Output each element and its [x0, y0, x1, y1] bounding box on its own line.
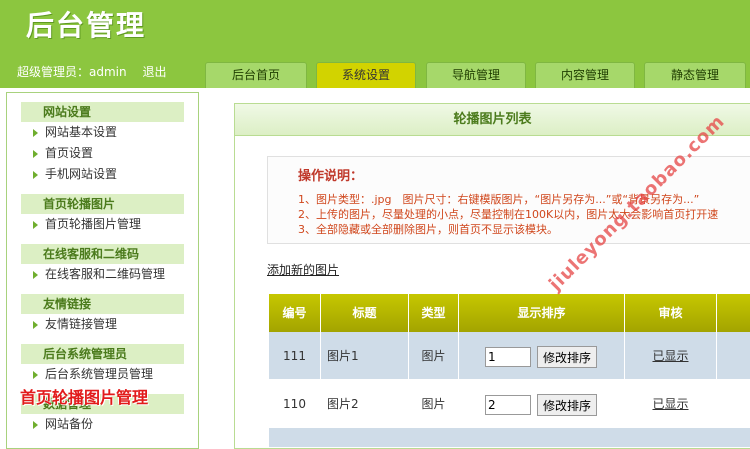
panel-title: 轮播图片列表 [235, 104, 750, 136]
sidebar-item-admins-manage[interactable]: 后台系统管理员管理 [7, 364, 198, 385]
sidebar-group-site-settings: 网站设置 [21, 102, 184, 122]
sort-order-input[interactable] [485, 395, 531, 415]
sidebar-item-links-manage[interactable]: 友情链接管理 [7, 314, 198, 335]
arrow-right-icon [33, 371, 38, 379]
arrow-right-icon [33, 150, 38, 158]
cell-title: 图片1 [321, 332, 409, 380]
sidebar-item-mobile-settings[interactable]: 手机网站设置 [7, 164, 198, 185]
tab-system-settings[interactable]: 系统设置 [316, 62, 416, 88]
sidebar-item-home-settings[interactable]: 首页设置 [7, 143, 198, 164]
overlay-caption: 首页轮播图片管理 [20, 388, 149, 407]
carousel-table: 编号 标题 类型 显示排序 审核 111 图片1 图片 修改排序 已显示 110… [269, 294, 750, 448]
table-row: 111 图片1 图片 修改排序 已显示 [269, 332, 750, 380]
cell-sort: 修改排序 [459, 332, 625, 380]
cell-id: 110 [269, 380, 321, 428]
arrow-right-icon [33, 271, 38, 279]
sidebar-item-carousel-manage[interactable]: 首页轮播图片管理 [7, 214, 198, 235]
col-audit-header: 审核 [625, 294, 717, 332]
update-sort-button[interactable]: 修改排序 [537, 346, 597, 368]
col-title-header: 标题 [321, 294, 409, 332]
arrow-right-icon [33, 421, 38, 429]
cell-audit: 已显示 [625, 332, 717, 380]
table-row: 110 图片2 图片 修改排序 已显示 [269, 380, 750, 428]
cell-extra [717, 380, 750, 428]
logout-link[interactable]: 退出 [142, 65, 166, 79]
sidebar-item-basic-settings[interactable]: 网站基本设置 [7, 122, 198, 143]
col-id-header: 编号 [269, 294, 321, 332]
arrow-right-icon [33, 129, 38, 137]
audit-status-link[interactable]: 已显示 [652, 349, 688, 363]
app-logo: 后台管理 [26, 9, 147, 42]
instruction-line: 3、全部隐藏或全部删除图片，则首页不显示该模块。 [298, 223, 558, 236]
sidebar-group-links: 友情链接 [21, 294, 184, 314]
tab-content[interactable]: 内容管理 [535, 62, 635, 88]
table-row [269, 428, 750, 448]
tab-navigation[interactable]: 导航管理 [426, 62, 526, 88]
col-extra-header [717, 294, 750, 332]
current-user-label: 超级管理员：admin [17, 65, 127, 79]
sidebar-item-service-qr-manage[interactable]: 在线客服和二维码管理 [7, 264, 198, 285]
sort-order-input[interactable] [485, 347, 531, 367]
sidebar-group-carousel: 首页轮播图片 [21, 194, 184, 214]
sidebar-group-service-qr: 在线客服和二维码 [21, 244, 184, 264]
col-sort-header: 显示排序 [459, 294, 625, 332]
table-header: 编号 标题 类型 显示排序 审核 [269, 294, 750, 332]
tab-home[interactable]: 后台首页 [205, 62, 307, 88]
arrow-right-icon [33, 321, 38, 329]
cell-extra [717, 332, 750, 380]
cell-audit: 已显示 [625, 380, 717, 428]
sidebar-item-backup[interactable]: 网站备份 [7, 414, 198, 435]
header-bar: 后台管理 超级管理员：admin 退出 后台首页 系统设置 导航管理 内容管理 … [0, 0, 750, 88]
cell-sort: 修改排序 [459, 380, 625, 428]
col-type-header: 类型 [409, 294, 459, 332]
cell-id: 111 [269, 332, 321, 380]
cell-title: 图片2 [321, 380, 409, 428]
arrow-right-icon [33, 171, 38, 179]
arrow-right-icon [33, 221, 38, 229]
add-image-link[interactable]: 添加新的图片 [267, 261, 339, 278]
user-bar: 超级管理员：admin 退出 [17, 63, 166, 80]
instruction-line: 2、上传的图片，尽量处理的小点，尽量控制在100K以内，图片太大会影响首页打开速 [298, 208, 719, 221]
tab-static[interactable]: 静态管理 [644, 62, 746, 88]
sidebar-group-admins: 后台系统管理员 [21, 344, 184, 364]
instruction-line: 1、图片类型：.jpg 图片尺寸：右键模版图片，“图片另存为...”或“背景另存… [298, 193, 700, 206]
cell-type: 图片 [409, 332, 459, 380]
audit-status-link[interactable]: 已显示 [652, 397, 688, 411]
update-sort-button[interactable]: 修改排序 [537, 394, 597, 416]
top-nav-tabs: 后台首页 系统设置 导航管理 内容管理 静态管理 [203, 62, 750, 88]
cell-type: 图片 [409, 380, 459, 428]
